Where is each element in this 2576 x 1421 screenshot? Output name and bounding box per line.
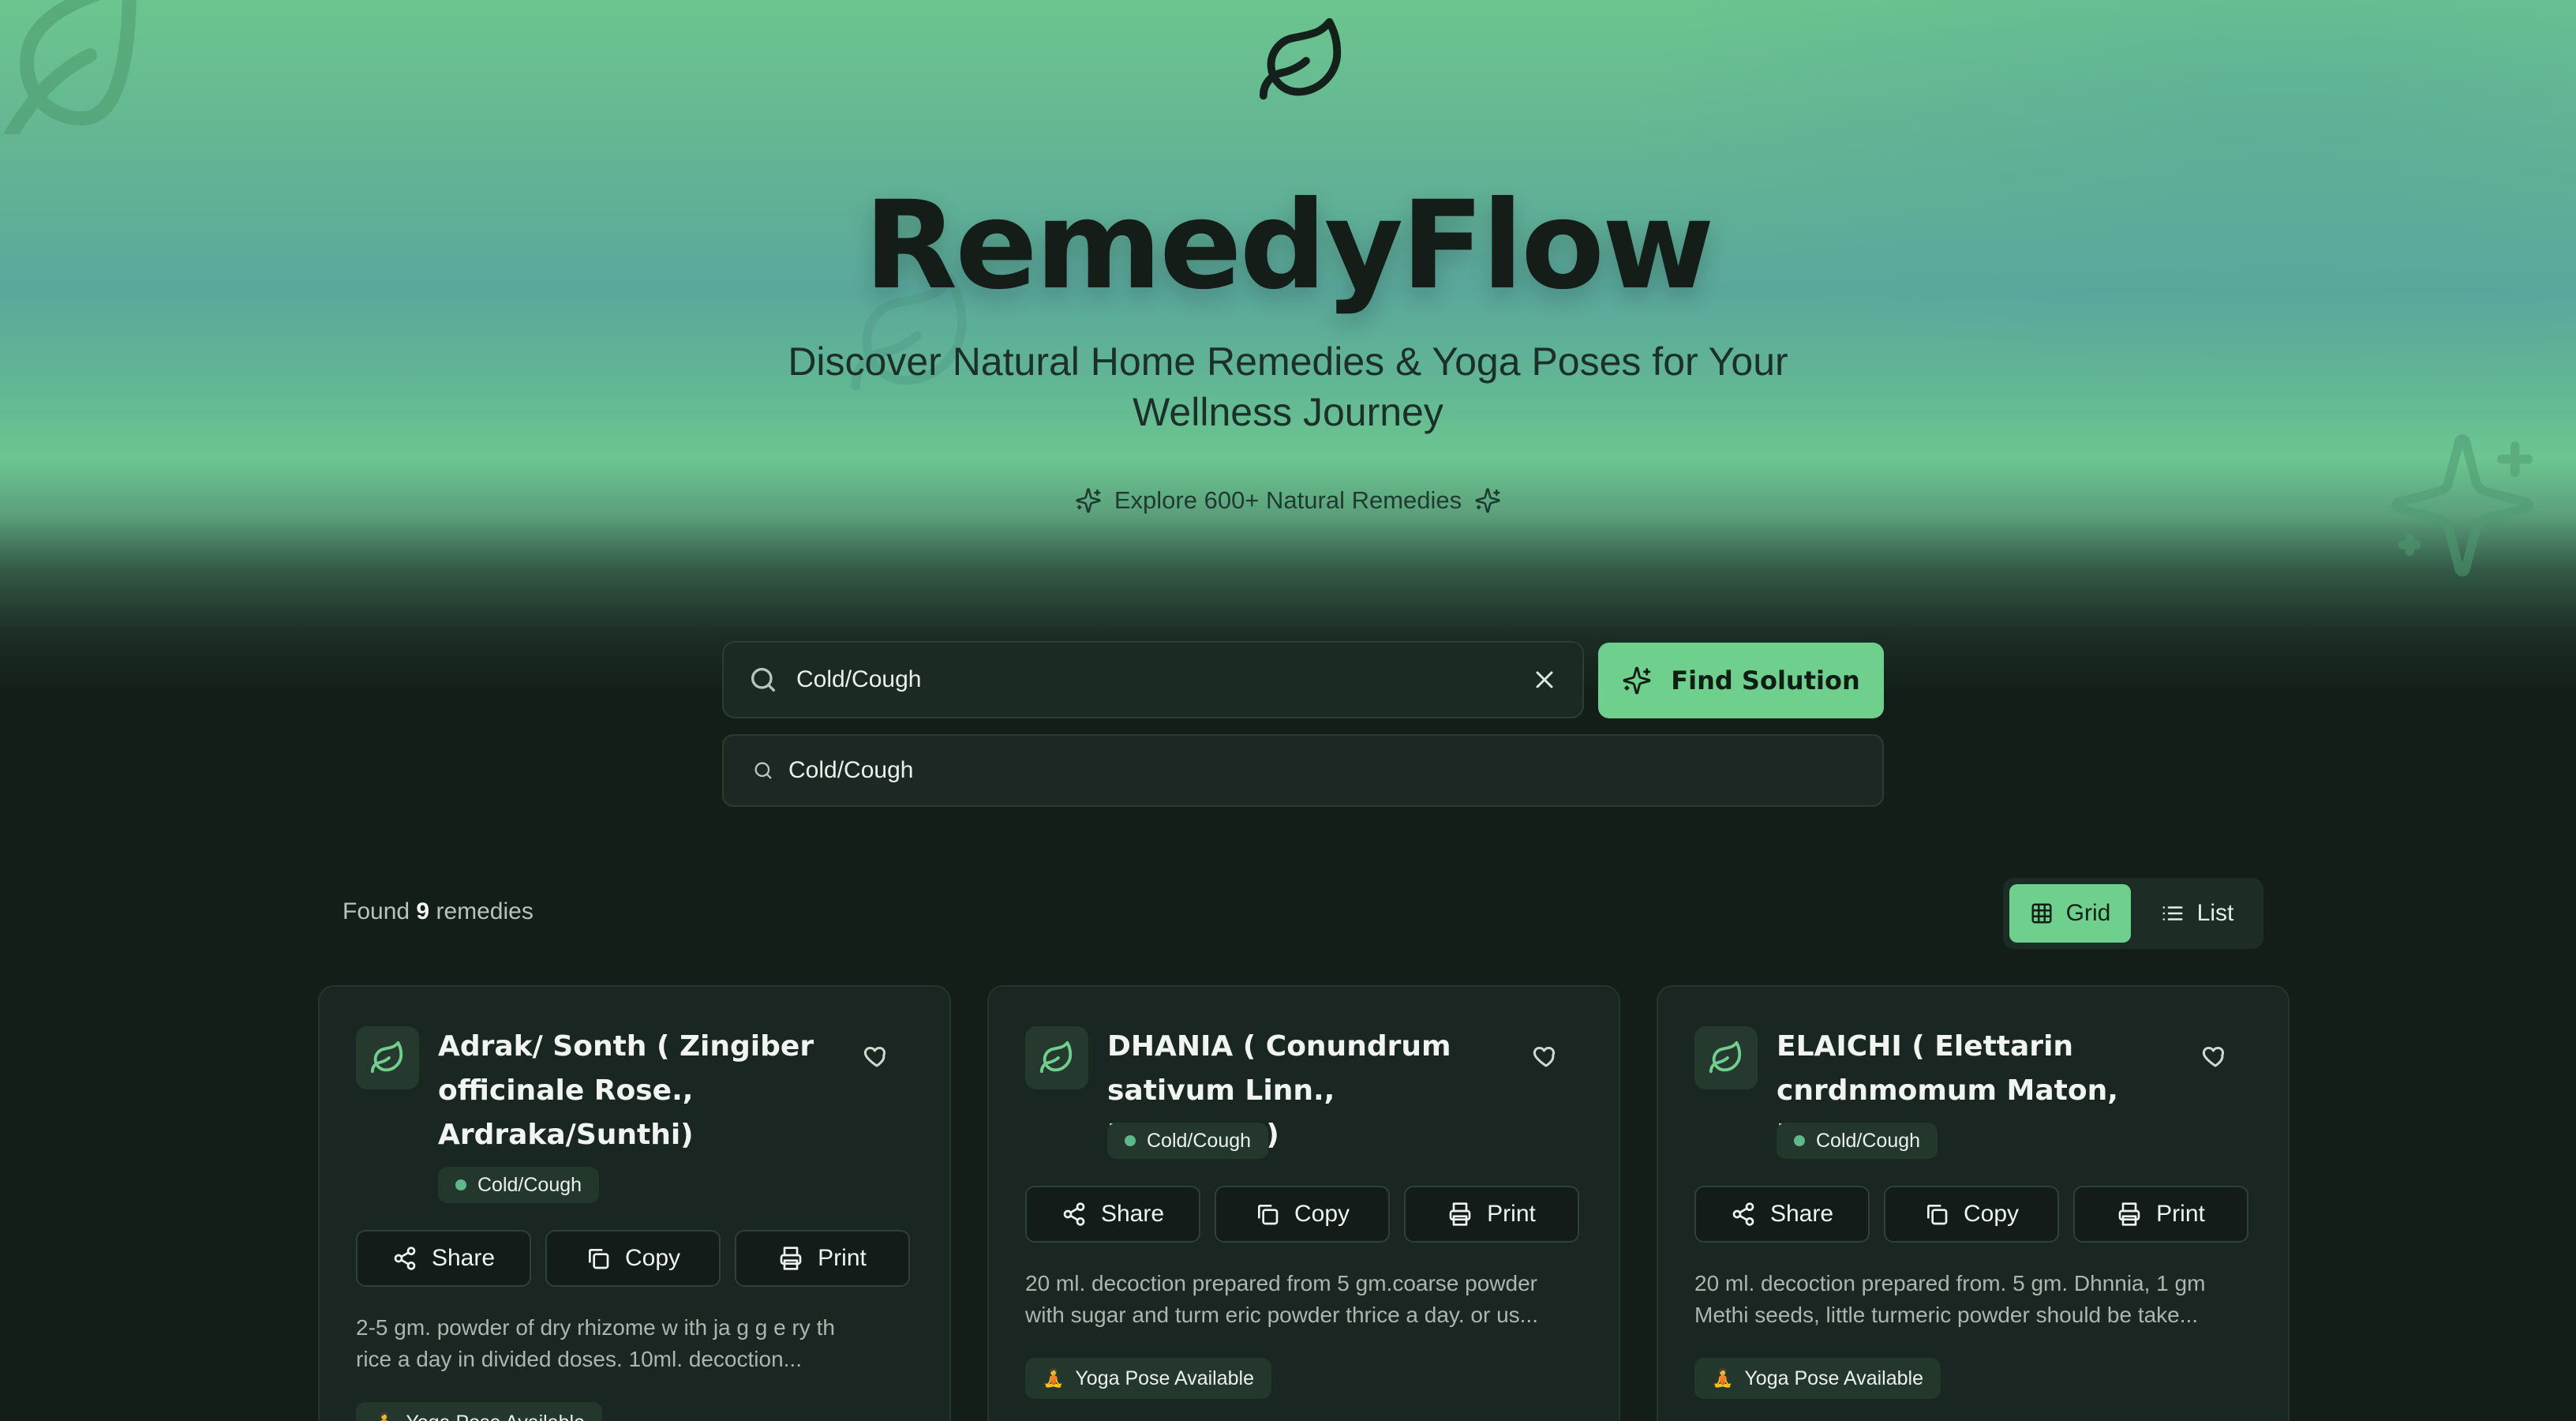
yoga-badge: 🧘 Yoga Pose Available — [1025, 1358, 1271, 1399]
sparkle-icon — [1623, 666, 1651, 695]
search-icon — [751, 668, 775, 692]
copy-icon — [1257, 1205, 1279, 1225]
printer-icon — [780, 1247, 802, 1270]
app-tagline: Discover Natural Home Remedies & Yoga Po… — [788, 339, 1788, 434]
remedy-card[interactable]: Adrak/ Sonth ( Zingiber officinale Rose.… — [318, 985, 951, 1421]
remedy-description: 20 ml. decoction prepared from. 5 gm. Dh… — [1694, 1271, 2206, 1327]
results-count: Found 9 remedies — [343, 898, 534, 925]
printer-icon — [2118, 1202, 2140, 1226]
remedy-leaf-icon — [1025, 1026, 1088, 1089]
yoga-badge: 🧘 Yoga Pose Available — [356, 1402, 602, 1421]
favorite-heart-icon[interactable] — [1532, 1042, 1560, 1070]
meditation-icon: 🧘 — [373, 1412, 395, 1421]
category-label: Cold/Cough — [1816, 1129, 1921, 1152]
category-badge: Cold/Cough — [1107, 1123, 1269, 1159]
yoga-label: Yoga Pose Available — [1075, 1367, 1254, 1389]
print-button[interactable]: Print — [735, 1230, 910, 1287]
search-suggestion[interactable]: Cold/Cough — [722, 734, 1884, 807]
remedy-leaf-icon — [356, 1026, 419, 1089]
search-input[interactable] — [796, 666, 1530, 693]
category-label: Cold/Cough — [477, 1173, 582, 1196]
remedy-card[interactable]: ELAICHI ( Elettarin cnrdnmomum Maton, El… — [1657, 985, 2290, 1421]
app-title: RemedyFlow — [863, 175, 1715, 317]
favorite-heart-icon[interactable] — [2201, 1042, 2230, 1070]
card-actions: Share Copy Print — [1025, 1186, 1579, 1243]
copy-label: Copy — [1294, 1201, 1350, 1227]
print-button[interactable]: Print — [1404, 1186, 1579, 1243]
share-icon — [394, 1247, 416, 1270]
share-button[interactable]: Share — [356, 1230, 531, 1287]
list-view-button[interactable]: List — [2139, 884, 2256, 943]
printer-icon — [1449, 1202, 1471, 1226]
card-actions: Share Copy Print — [356, 1230, 910, 1287]
meditation-icon: 🧘 — [1712, 1368, 1734, 1388]
share-label: Share — [1769, 1201, 1834, 1227]
view-toggle: Grid List — [2003, 878, 2263, 949]
list-view-label: List — [2196, 900, 2234, 926]
grid-view-label: Grid — [2065, 900, 2111, 926]
found-count: 9 — [416, 898, 430, 924]
remedy-leaf-icon — [1694, 1026, 1758, 1089]
card-actions: Share Copy Print — [1694, 1186, 2248, 1243]
share-label: Share — [431, 1245, 496, 1271]
remedy-title: Adrak/ Sonth ( Zingiber officinale Rose.… — [438, 1030, 814, 1151]
search-icon — [754, 762, 772, 779]
find-solution-label: Find Solution — [1671, 666, 1860, 696]
print-label: Print — [2156, 1201, 2205, 1227]
badge-dot — [455, 1179, 466, 1190]
decorative-leaf-icon — [4, 0, 137, 134]
explore-banner: Explore 600+ Natural Remedies — [0, 486, 2576, 515]
copy-label: Copy — [624, 1245, 681, 1271]
print-button[interactable]: Print — [2073, 1186, 2248, 1243]
category-badge: Cold/Cough — [438, 1167, 600, 1203]
copy-button[interactable]: Copy — [1884, 1186, 2059, 1243]
grid-view-button[interactable]: Grid — [2009, 884, 2131, 943]
category-badge: Cold/Cough — [1777, 1123, 1938, 1159]
share-label: Share — [1100, 1201, 1165, 1227]
remedy-description: 20 ml. decoction prepared from 5 gm.coar… — [1025, 1271, 1538, 1327]
list-icon — [2162, 906, 2183, 920]
badge-dot — [1125, 1135, 1136, 1146]
yoga-label: Yoga Pose Available — [1744, 1367, 1923, 1389]
remedy-card[interactable]: DHANIA ( Conundrum sativum Linn., Dhanya… — [987, 985, 1620, 1421]
copy-label: Copy — [1963, 1201, 2020, 1227]
hero-section: RemedyFlow Discover Natural Home Remedie… — [0, 0, 2576, 695]
copy-button[interactable]: Copy — [1215, 1186, 1390, 1243]
explore-label: Explore 600+ Natural Remedies — [1114, 486, 1462, 514]
suggestion-label: Cold/Cough — [788, 757, 914, 783]
sparkle-icon — [1076, 488, 1101, 513]
share-icon — [1732, 1202, 1754, 1226]
share-button[interactable]: Share — [1025, 1186, 1200, 1243]
category-label: Cold/Cough — [1147, 1129, 1252, 1152]
find-solution-button[interactable]: Find Solution — [1598, 643, 1884, 718]
grid-icon — [2031, 903, 2052, 924]
found-suffix: remedies — [436, 898, 534, 924]
sparkle-icon — [1475, 488, 1500, 513]
yoga-badge: 🧘 Yoga Pose Available — [1694, 1358, 1941, 1399]
remedy-description: 2-5 gm. powder of dry rhizome w ith ja g… — [356, 1315, 835, 1371]
logo-leaf-icon — [1259, 17, 1342, 100]
search-bar — [722, 641, 1584, 718]
copy-icon — [1926, 1205, 1948, 1225]
favorite-heart-icon[interactable] — [863, 1042, 891, 1070]
copy-button[interactable]: Copy — [545, 1230, 721, 1287]
yoga-label: Yoga Pose Available — [406, 1412, 585, 1421]
share-icon — [1063, 1202, 1085, 1226]
clear-search-icon[interactable] — [1530, 666, 1559, 694]
share-button[interactable]: Share — [1694, 1186, 1870, 1243]
meditation-icon: 🧘 — [1043, 1368, 1065, 1388]
print-label: Print — [818, 1245, 867, 1271]
badge-dot — [1794, 1135, 1805, 1146]
copy-icon — [588, 1249, 609, 1269]
found-prefix: Found — [343, 898, 410, 924]
print-label: Print — [1487, 1201, 1536, 1227]
